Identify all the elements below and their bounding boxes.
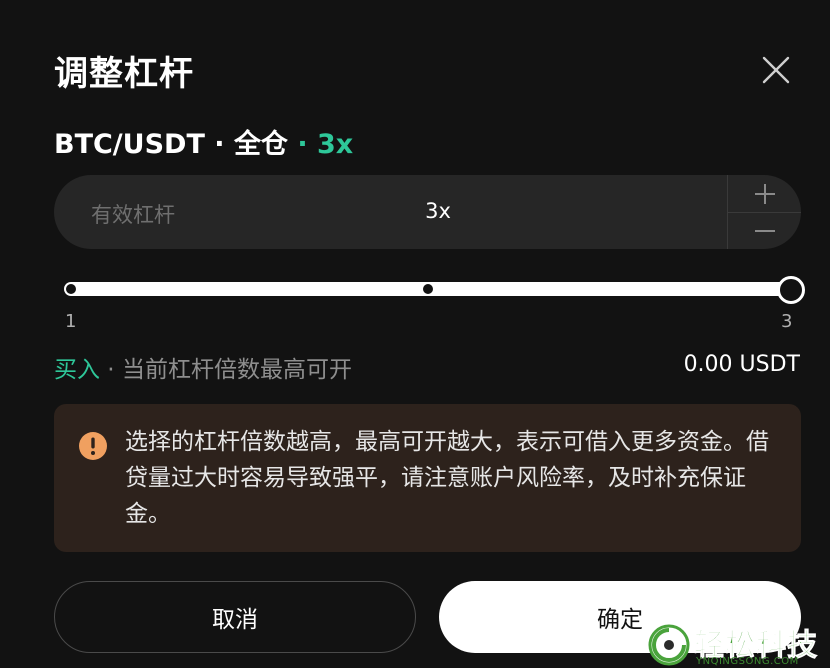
- max-open-label: 买入 · 当前杠杆倍数最高可开: [54, 350, 352, 384]
- max-open-text: 当前杠杆倍数最高可开: [121, 357, 352, 383]
- slider-thumb[interactable]: [777, 276, 805, 304]
- warning-text: 选择的杠杆倍数越高，最高可开越大，表示可借入更多资金。借贷量过大时容易导致强平，…: [125, 429, 769, 527]
- max-open-separator: ·: [100, 357, 122, 383]
- watermark-logo-icon: [648, 624, 690, 666]
- pair-separator: ·: [204, 129, 234, 160]
- close-button[interactable]: [760, 54, 792, 86]
- close-icon: [762, 56, 790, 84]
- slider-max-label: 3: [781, 311, 793, 332]
- watermark: 轻松科技 YNQINGSONG.COM: [644, 620, 830, 668]
- exclamation-icon: [79, 432, 107, 460]
- side-label: 买入: [54, 357, 100, 383]
- pair-symbol: BTC/USDT: [54, 129, 205, 160]
- minus-icon: [755, 229, 775, 232]
- cancel-button[interactable]: 取消: [54, 581, 416, 653]
- adjust-leverage-modal: 调整杠杆 BTC/USDT · 全仓 · 3x 有效杠杆 3x 1 3 买入 ·…: [0, 0, 830, 668]
- watermark-subtext: YNQINGSONG.COM: [696, 656, 799, 667]
- leverage-input[interactable]: 3x: [354, 199, 522, 223]
- risk-warning: 选择的杠杆倍数越高，最高可开越大，表示可借入更多资金。借贷量过大时容易导致强平，…: [54, 404, 801, 552]
- leverage-input-box: 有效杠杆 3x: [54, 175, 801, 249]
- leverage-input-label: 有效杠杆: [91, 203, 175, 227]
- leverage-stepper: [727, 175, 801, 249]
- slider-min-label: 1: [65, 311, 77, 332]
- plus-icon: [755, 183, 775, 204]
- current-leverage: 3x: [317, 129, 354, 160]
- decrease-leverage-button[interactable]: [728, 212, 801, 249]
- pair-separator: ·: [287, 129, 317, 160]
- slider-tick-min[interactable]: [66, 284, 76, 294]
- pair-info: BTC/USDT · 全仓 · 3x: [54, 122, 353, 161]
- slider-tick-mid[interactable]: [423, 284, 433, 294]
- max-open-value: 0.00 USDT: [683, 352, 800, 377]
- increase-leverage-button[interactable]: [728, 175, 801, 213]
- margin-mode: 全仓: [233, 129, 288, 160]
- modal-title: 调整杠杆: [54, 54, 194, 94]
- leverage-slider[interactable]: [64, 276, 805, 304]
